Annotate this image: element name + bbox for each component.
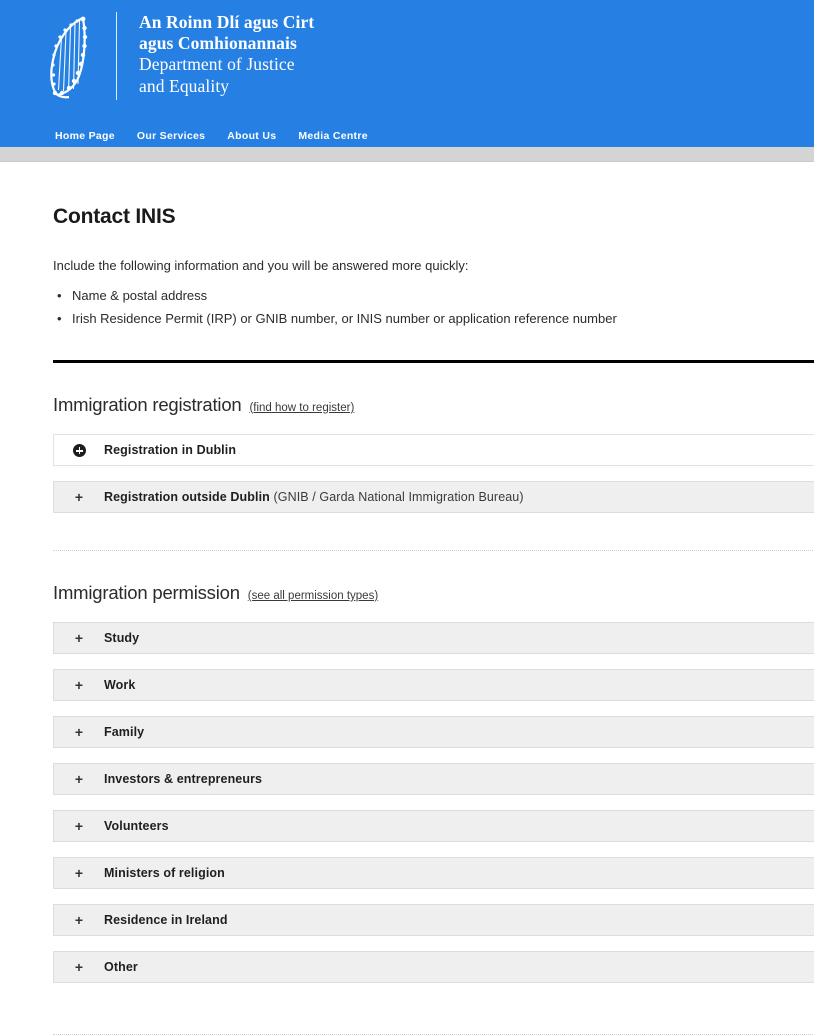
brand-english-line-2: and Equality <box>139 75 230 96</box>
accordion-label-text: Work <box>104 678 136 693</box>
intro-paragraph: Include the following information and yo… <box>53 258 469 273</box>
page-title: Contact INIS <box>53 205 176 228</box>
accordion-label: Study <box>104 631 139 645</box>
accordion-row-registration-in-dublin[interactable]: Registration in Dublin <box>53 433 814 466</box>
plus-icon[interactable]: + <box>54 866 104 880</box>
accordion-label-text: Investors & entrepreneurs <box>104 772 263 787</box>
accordion-label-text: Other <box>104 960 138 975</box>
accordion-label-text: Registration outside Dublin <box>104 489 270 504</box>
irish-harp-emblem <box>36 8 98 104</box>
nav-item-media-centre[interactable]: Media Centre <box>298 129 368 143</box>
accordion-label-note: (GNIB / Garda National Immigration Burea… <box>273 489 524 504</box>
section-immigration-permission: Immigration permission (see all permissi… <box>0 551 814 984</box>
section-heading-permission: Immigration permission (see all permissi… <box>53 551 814 603</box>
accordion-label-text: Ministers of religion <box>104 866 225 881</box>
header-grey-band <box>0 147 814 162</box>
accordion-label-text: Volunteers <box>104 819 169 834</box>
accordion-label: Residence in Ireland <box>104 913 228 927</box>
accordion-row-residence-in-ireland[interactable]: + Residence in Ireland <box>53 904 814 937</box>
brand-irish-line-1: An Roinn Dlí agus Cirt <box>139 12 315 32</box>
plus-icon[interactable]: + <box>54 725 104 739</box>
accordion-label-text: Residence in Ireland <box>104 913 228 928</box>
accordion-label: Volunteers <box>104 819 169 833</box>
accordion-label: Ministers of religion <box>104 866 225 880</box>
accordion-label: Registration in Dublin <box>104 443 236 457</box>
plus-icon[interactable]: + <box>54 678 104 692</box>
site-header: An Roinn Dlí agus Cirt agus Comhionannai… <box>0 0 814 147</box>
accordion-row-study[interactable]: + Study <box>53 622 814 655</box>
accordion-row-family[interactable]: + Family <box>53 716 814 749</box>
accordion-label: Registration outside Dublin (GNIB / Gard… <box>104 490 524 504</box>
plus-icon[interactable]: + <box>54 490 104 504</box>
accordion-row-investors-entrepreneurs[interactable]: + Investors & entrepreneurs <box>53 763 814 796</box>
accordion-label: Investors & entrepreneurs <box>104 772 262 786</box>
see-all-permission-types-link[interactable]: (see all permission types) <box>248 590 378 602</box>
section-heading-registration: Immigration registration (find how to re… <box>53 363 814 415</box>
find-how-to-register-link[interactable]: (find how to register) <box>249 402 354 414</box>
accordion-label-text: Study <box>104 631 140 646</box>
accordion-registration: Registration in Dublin + Registration ou… <box>53 433 814 513</box>
plus-icon[interactable]: + <box>54 631 104 645</box>
accordion-row-volunteers[interactable]: + Volunteers <box>53 810 814 843</box>
section-heading-text: Immigration registration <box>53 393 242 415</box>
accordion-row-registration-outside-dublin[interactable]: + Registration outside Dublin (GNIB / Ga… <box>53 480 814 513</box>
plus-icon[interactable]: + <box>54 913 104 927</box>
brand-divider <box>116 12 117 100</box>
nav-item-about-us[interactable]: About Us <box>227 129 276 143</box>
accordion-label: Family <box>104 725 144 739</box>
accordion-label: Work <box>104 678 135 692</box>
brand-lockup: An Roinn Dlí agus Cirt agus Comhionannai… <box>0 0 814 104</box>
brand-english-line-1: Department of Justice <box>139 54 295 75</box>
plus-icon[interactable]: + <box>54 960 104 974</box>
accordion-row-work[interactable]: + Work <box>53 669 814 702</box>
plus-icon[interactable]: + <box>54 772 104 786</box>
brand-text: An Roinn Dlí agus Cirt agus Comhionannai… <box>139 8 314 97</box>
brand-irish-line-2: agus Comhionannais <box>139 33 297 54</box>
page-content: Contact INIS Include the following infor… <box>0 162 814 1035</box>
nav-item-home-page[interactable]: Home Page <box>55 129 115 143</box>
intro-list: Name & postal address Irish Residence Pe… <box>0 285 814 331</box>
list-item: Name & postal address <box>57 285 814 308</box>
accordion-label-text: Registration in Dublin <box>104 442 237 457</box>
accordion-permission: + Study + Work + Family + Investors & en… <box>53 622 814 984</box>
plus-icon[interactable]: + <box>54 819 104 833</box>
accordion-row-ministers-of-religion[interactable]: + Ministers of religion <box>53 857 814 890</box>
main-navigation: Home Page Our Services About Us Media Ce… <box>0 129 368 143</box>
accordion-label: Other <box>104 960 138 974</box>
section-heading-text: Immigration permission <box>53 581 240 603</box>
accordion-row-other[interactable]: + Other <box>53 951 814 984</box>
nav-item-our-services[interactable]: Our Services <box>137 129 205 143</box>
section-immigration-registration: Immigration registration (find how to re… <box>0 363 814 513</box>
list-item: Irish Residence Permit (IRP) or GNIB num… <box>57 308 814 331</box>
accordion-label-text: Family <box>104 725 145 740</box>
circle-plus-icon[interactable] <box>54 443 104 458</box>
